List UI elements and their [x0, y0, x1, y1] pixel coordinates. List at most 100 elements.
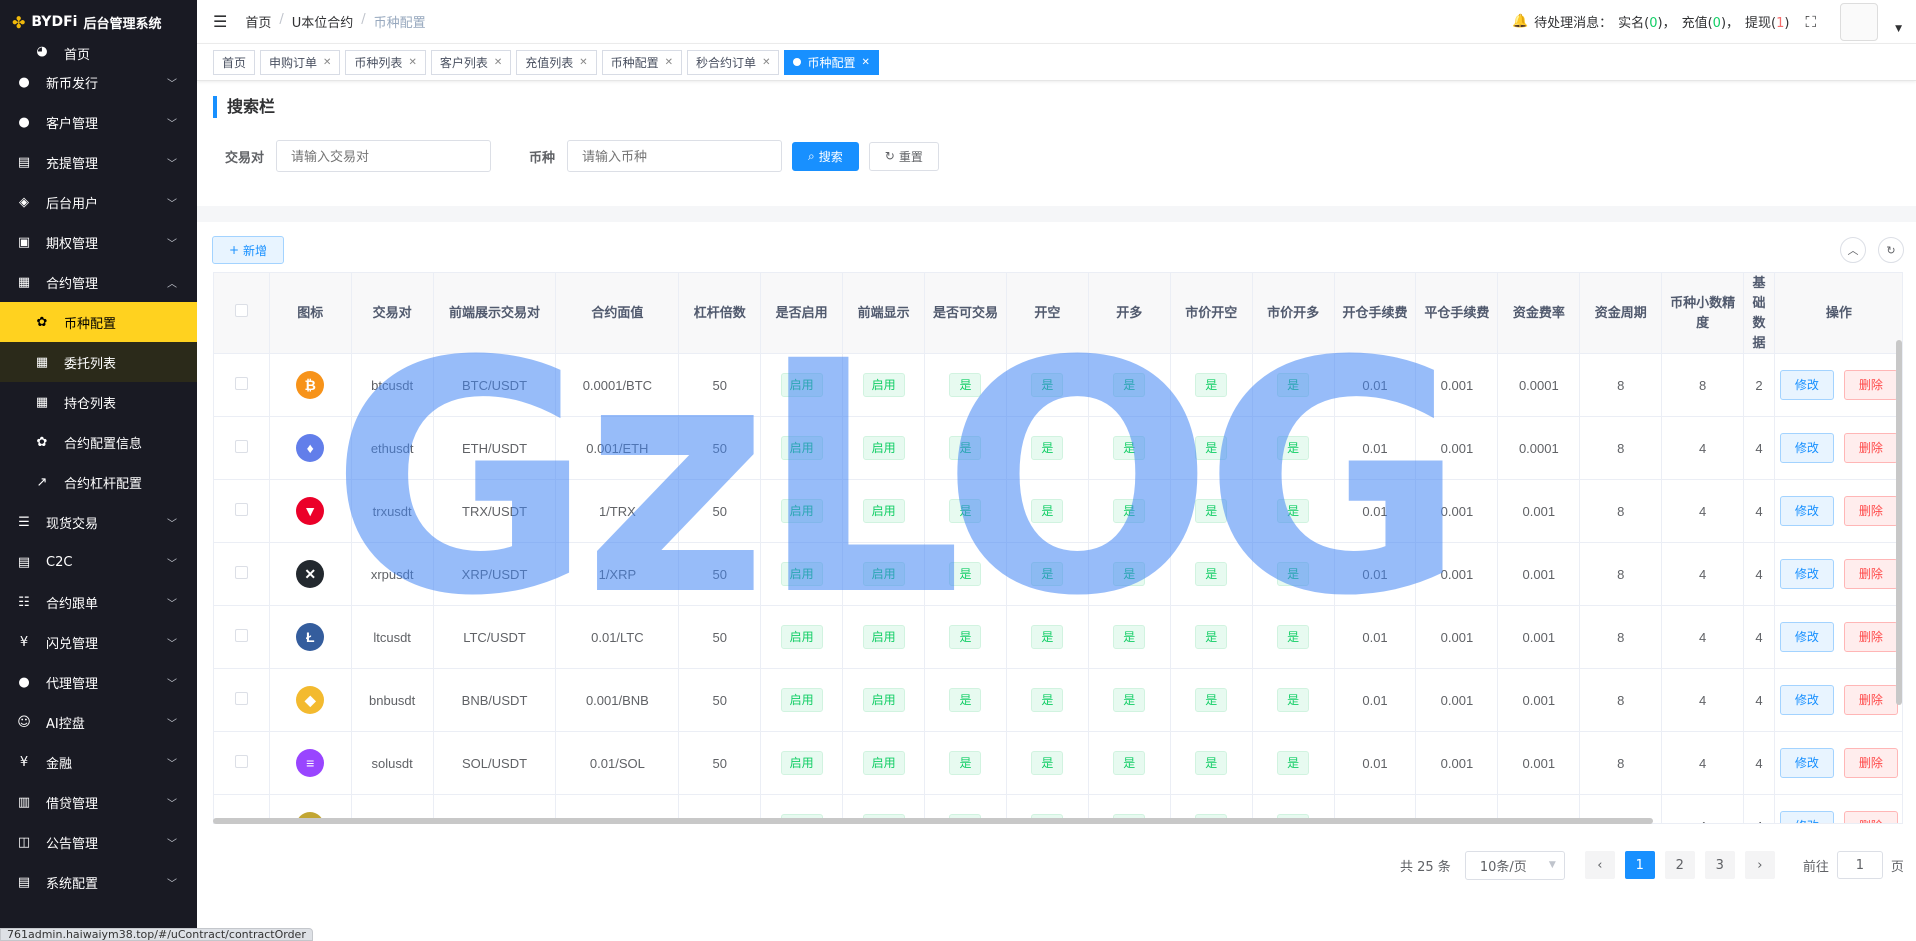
- row-checkbox[interactable]: [234, 440, 248, 453]
- add-button[interactable]: + 新增: [212, 236, 284, 264]
- bell-icon[interactable]: 🔔: [1512, 14, 1528, 29]
- sidebar-item-home[interactable]: ◕ 首页: [0, 44, 197, 63]
- tag-item[interactable]: 币种配置 ✕: [601, 49, 683, 75]
- tag-item[interactable]: 申购订单 ✕: [260, 49, 341, 75]
- sidebar-item-label: 合约杠杆配置: [64, 476, 143, 492]
- refresh-table-icon[interactable]: ↻: [1878, 237, 1904, 263]
- caret-down-icon[interactable]: ▼: [1895, 24, 1902, 34]
- sidebar-item-leverage-config[interactable]: ↗ 合约杠杆配置: [0, 462, 197, 502]
- breadcrumb-item-ucontract[interactable]: U本位合约: [292, 12, 354, 31]
- tag-item[interactable]: 充值列表 ✕: [516, 49, 597, 75]
- sidebar-item-flash-swap[interactable]: ¥ 闪兑管理 ﹀: [0, 622, 197, 662]
- coin-search-input[interactable]: [567, 140, 783, 172]
- close-icon[interactable]: ✕: [323, 57, 331, 68]
- breadcrumb-item-home[interactable]: 首页: [245, 12, 271, 31]
- edit-button[interactable]: 修改: [1779, 811, 1834, 823]
- row-checkbox[interactable]: [234, 629, 248, 642]
- base-data-cell: 4: [1743, 416, 1775, 480]
- delete-button[interactable]: 删除: [1843, 622, 1898, 652]
- delete-button[interactable]: 删除: [1843, 433, 1898, 463]
- sidebar-item-order-list[interactable]: ▦ 委托列表: [0, 342, 197, 382]
- avatar[interactable]: [1840, 3, 1878, 41]
- sidebar-item-spot[interactable]: ☰ 现货交易 ﹀: [0, 502, 197, 542]
- select-all-checkbox[interactable]: [234, 304, 248, 317]
- tag-item[interactable]: 首页: [213, 49, 256, 75]
- sidebar-item-coin-config[interactable]: ✿ 币种配置: [0, 302, 197, 342]
- tag-item[interactable]: 币种配置 ✕: [784, 49, 879, 75]
- horizontal-scrollbar[interactable]: [213, 818, 1653, 824]
- tag-item[interactable]: 秒合约订单 ✕: [687, 49, 780, 75]
- toggle-search-icon[interactable]: ︿: [1840, 237, 1866, 263]
- sidebar-item-options[interactable]: ▣ 期权管理 ﹀: [0, 222, 197, 262]
- close-icon[interactable]: ✕: [665, 57, 673, 68]
- page-button[interactable]: 2: [1664, 851, 1695, 879]
- edit-button[interactable]: 修改: [1779, 559, 1834, 589]
- sidebar-item-deposit-withdraw[interactable]: ▤ 充提管理 ﹀: [0, 142, 197, 182]
- funding-period-cell: 8: [1579, 605, 1663, 669]
- delete-button[interactable]: 删除: [1843, 748, 1898, 778]
- withdraw-pending[interactable]: 提现(1): [1745, 12, 1789, 31]
- delete-button[interactable]: 删除: [1843, 370, 1898, 400]
- status-tag: 是: [1277, 499, 1310, 523]
- close-icon[interactable]: ✕: [579, 57, 587, 68]
- sidebar-item-agents[interactable]: ● 代理管理 ﹀: [0, 662, 197, 702]
- page-button[interactable]: 1: [1624, 851, 1655, 879]
- vertical-scrollbar[interactable]: [1896, 340, 1902, 705]
- goto-page-input[interactable]: 1: [1836, 851, 1883, 879]
- chevron-icon: ﹀: [167, 798, 177, 810]
- sidebar-item-customers[interactable]: ● 客户管理 ﹀: [0, 102, 197, 142]
- page-button[interactable]: 3: [1704, 851, 1735, 879]
- sidebar-item-contract-config-info[interactable]: ✿ 合约配置信息: [0, 422, 197, 462]
- sidebar-item-ai-control[interactable]: ☺ AI控盘 ﹀: [0, 702, 197, 742]
- sidebar-item-finance[interactable]: ¥ 金融 ﹀: [0, 742, 197, 782]
- edit-button[interactable]: 修改: [1779, 748, 1834, 778]
- row-checkbox[interactable]: [234, 566, 248, 579]
- close-icon[interactable]: ✕: [494, 57, 502, 68]
- reset-button[interactable]: ↻ 重置: [868, 141, 939, 171]
- top-header: ☰ 首页 / U本位合约 / 币种配置 🔔 待处理消息： 实名(0)， 充值(0…: [197, 0, 1916, 44]
- sidebar-item-copy-trading[interactable]: ☷ 合约跟单 ﹀: [0, 582, 197, 622]
- edit-button[interactable]: 修改: [1779, 622, 1834, 652]
- sidebar-item-c2c[interactable]: ▤ C2C ﹀: [0, 542, 197, 582]
- delete-button[interactable]: 删除: [1843, 559, 1898, 589]
- kyc-pending[interactable]: 实名(0)，: [1618, 12, 1675, 31]
- search-button[interactable]: ⌕ 搜索: [792, 141, 859, 171]
- select-all-checkbox-cell[interactable]: [214, 273, 270, 354]
- deposit-pending[interactable]: 充值(0)，: [1682, 12, 1739, 31]
- edit-button[interactable]: 修改: [1779, 496, 1834, 526]
- edit-button[interactable]: 修改: [1779, 433, 1834, 463]
- sidebar-item-position-list[interactable]: ▦ 持仓列表: [0, 382, 197, 422]
- close-icon[interactable]: ✕: [408, 57, 416, 68]
- prev-page-button[interactable]: ‹: [1584, 851, 1615, 879]
- row-checkbox[interactable]: [234, 755, 248, 768]
- close-icon[interactable]: ✕: [861, 57, 869, 68]
- tag-item[interactable]: 币种列表 ✕: [345, 49, 426, 75]
- next-page-button[interactable]: ›: [1744, 851, 1775, 879]
- chevron-icon: ﹀: [167, 78, 177, 90]
- delete-button[interactable]: 删除: [1843, 811, 1898, 823]
- row-checkbox[interactable]: [234, 377, 248, 390]
- status-tag: 是: [949, 625, 982, 649]
- sidebar-item-new-coin[interactable]: ● 新币发行 ﹀: [0, 62, 197, 102]
- chevron-icon: ︿: [167, 278, 177, 290]
- app-logo[interactable]: ✤ BYDFi 后台管理系统: [0, 0, 197, 44]
- sidebar-item-contracts[interactable]: ▦ 合约管理 ︿: [0, 262, 197, 302]
- hamburger-toggle-icon[interactable]: ☰: [213, 12, 227, 31]
- page-size-select[interactable]: 10条/页 ▼: [1464, 850, 1565, 880]
- delete-button[interactable]: 删除: [1843, 685, 1898, 715]
- sidebar-item-admin-users[interactable]: ◈ 后台用户 ﹀: [0, 182, 197, 222]
- sidebar-item-loans[interactable]: ▥ 借贷管理 ﹀: [0, 782, 197, 822]
- status-tag: 是: [1195, 436, 1228, 460]
- fullscreen-icon[interactable]: ⛶: [1805, 13, 1816, 31]
- edit-button[interactable]: 修改: [1779, 685, 1834, 715]
- tag-item[interactable]: 客户列表 ✕: [430, 49, 512, 75]
- sidebar-item-system-config[interactable]: ▤ 系统配置 ﹀: [0, 862, 197, 902]
- row-checkbox[interactable]: [234, 503, 248, 516]
- delete-button[interactable]: 删除: [1843, 496, 1898, 526]
- pair-search-input[interactable]: [276, 140, 492, 172]
- sidebar-item-announcements[interactable]: ◫ 公告管理 ﹀: [0, 822, 197, 862]
- edit-button[interactable]: 修改: [1779, 370, 1834, 400]
- row-checkbox[interactable]: [234, 692, 248, 705]
- close-icon[interactable]: ✕: [762, 57, 770, 68]
- chevron-icon: ﹀: [167, 758, 177, 770]
